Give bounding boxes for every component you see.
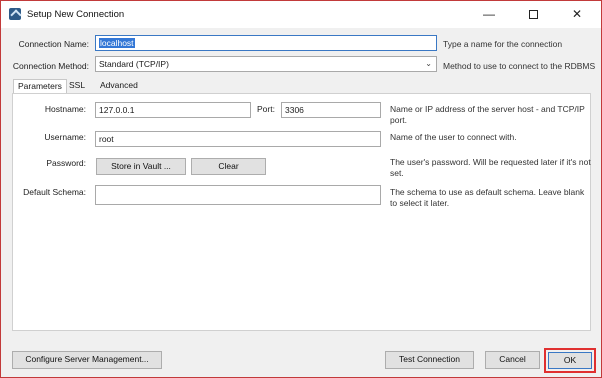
ok-highlight-box bbox=[544, 348, 596, 373]
default-schema-input[interactable] bbox=[95, 185, 381, 205]
mysql-workbench-icon bbox=[9, 8, 21, 20]
maximize-button[interactable] bbox=[511, 1, 555, 28]
close-button[interactable]: ✕ bbox=[555, 1, 599, 28]
store-in-vault-button[interactable]: Store in Vault ... bbox=[96, 158, 186, 175]
tab-advanced[interactable]: Advanced bbox=[96, 79, 142, 93]
connection-method-value: Standard (TCP/IP) bbox=[99, 59, 169, 69]
parameters-panel bbox=[12, 93, 591, 331]
port-input[interactable]: 3306 bbox=[281, 102, 381, 118]
configure-server-management-button[interactable]: Configure Server Management... bbox=[12, 351, 162, 369]
connection-name-label: Connection Name: bbox=[18, 39, 89, 49]
connection-method-label: Connection Method: bbox=[12, 61, 89, 71]
connection-name-hint: Type a name for the connection bbox=[443, 39, 563, 49]
hostname-hint: Name or IP address of the server host - … bbox=[390, 104, 585, 125]
username-input[interactable]: root bbox=[95, 131, 381, 147]
port-label: Port: bbox=[257, 104, 275, 114]
connection-name-value: localhost bbox=[99, 38, 135, 48]
default-schema-hint: The schema to use as default schema. Lea… bbox=[390, 187, 585, 208]
chevron-down-icon: ⌄ bbox=[425, 59, 432, 68]
window-title: Setup New Connection bbox=[27, 9, 125, 20]
tab-parameters[interactable]: Parameters bbox=[13, 79, 67, 94]
username-label: Username: bbox=[44, 132, 86, 142]
test-connection-button[interactable]: Test Connection bbox=[385, 351, 474, 369]
connection-method-hint: Method to use to connect to the RDBMS bbox=[443, 61, 596, 71]
hostname-label: Hostname: bbox=[44, 104, 86, 114]
username-hint: Name of the user to connect with. bbox=[390, 132, 517, 142]
maximize-icon bbox=[528, 10, 538, 20]
cancel-button[interactable]: Cancel bbox=[485, 351, 540, 369]
password-label: Password: bbox=[46, 158, 86, 168]
password-hint: The user's password. Will be requested l… bbox=[390, 157, 591, 178]
clear-password-button[interactable]: Clear bbox=[191, 158, 266, 175]
title-bar[interactable]: Setup New Connection — ✕ bbox=[1, 1, 601, 28]
setup-connection-dialog: Setup New Connection — ✕ Connection Name… bbox=[0, 0, 602, 378]
default-schema-label: Default Schema: bbox=[23, 187, 86, 197]
connection-method-select[interactable]: Standard (TCP/IP) ⌄ bbox=[95, 56, 437, 72]
hostname-input[interactable]: 127.0.0.1 bbox=[95, 102, 251, 118]
minimize-button[interactable]: — bbox=[467, 1, 511, 28]
connection-name-input[interactable]: localhost bbox=[95, 35, 437, 51]
tab-ssl[interactable]: SSL bbox=[65, 79, 89, 93]
